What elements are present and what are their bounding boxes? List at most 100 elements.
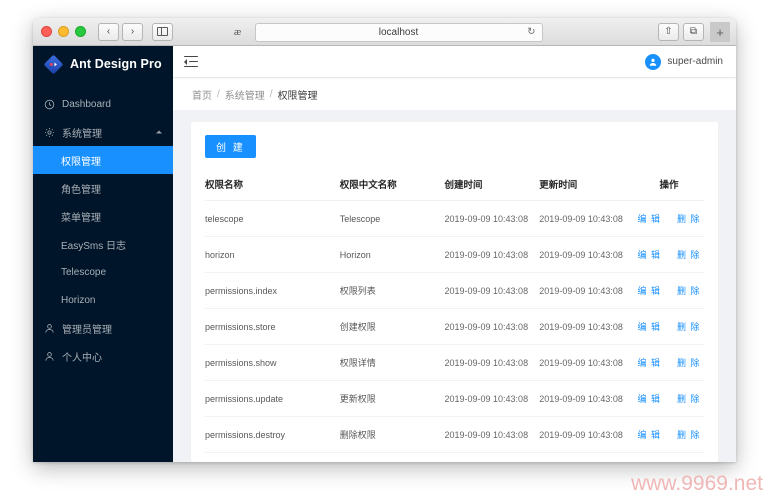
- edit-link[interactable]: 编 辑: [638, 250, 662, 260]
- breadcrumb-separator: /: [269, 88, 273, 100]
- delete-link[interactable]: 删 除: [677, 250, 701, 260]
- cell-operations: 编 辑删 除: [634, 452, 704, 462]
- delete-link[interactable]: 删 除: [677, 358, 701, 368]
- breadcrumb-item-home[interactable]: 首页: [192, 87, 212, 102]
- dashboard-icon: [44, 99, 55, 110]
- cell-operations: 编 辑删 除: [634, 344, 704, 381]
- close-window-button[interactable]: [41, 26, 52, 37]
- cell-updated-at: 2019-09-09 10:43:08: [539, 344, 635, 381]
- breadcrumb-item-current: 权限管理: [277, 90, 318, 102]
- column-header-operations: 操作: [634, 169, 704, 201]
- reader-view-icon[interactable]: æ: [227, 23, 249, 41]
- edit-link[interactable]: 编 辑: [638, 322, 662, 332]
- sidebar-item-permission-management[interactable]: 权限管理: [33, 146, 173, 174]
- app-logo-text: Ant Design Pro: [70, 57, 162, 71]
- breadcrumb-separator: /: [217, 88, 220, 100]
- sidebar-item-horizon[interactable]: Horizon: [33, 286, 173, 314]
- cell-updated-at: 2019-09-09 10:43:08: [539, 416, 635, 453]
- cell-created-at: 2019-09-09 10:43:08: [444, 344, 540, 381]
- user-icon: [44, 351, 55, 362]
- cell-permission-name: roles.index: [205, 452, 340, 462]
- window-traffic-lights: [41, 26, 86, 37]
- column-header-name: 权限名称: [205, 169, 340, 201]
- edit-link[interactable]: 编 辑: [638, 358, 662, 368]
- tab-overview-icon[interactable]: ⧉: [683, 23, 704, 41]
- cell-operations: 编 辑删 除: [634, 236, 704, 273]
- table-row: permissions.destroy 删除权限 2019-09-09 10:43:…: [205, 416, 704, 453]
- new-tab-button[interactable]: +: [710, 22, 730, 42]
- delete-link[interactable]: 删 除: [677, 214, 701, 224]
- user-menu[interactable]: super-admin: [645, 53, 723, 70]
- sidebar-icon: [157, 27, 168, 36]
- column-header-updated: 更新时间: [539, 169, 635, 201]
- cell-updated-at: 2019-09-09 10:43:08: [539, 308, 635, 345]
- sidebar-item-label: 个人中心: [62, 352, 102, 364]
- cell-permission-cname: Telescope: [339, 200, 445, 237]
- table-row: horizon Horizon 2019-09-09 10:43:08 2019-09…: [205, 236, 704, 273]
- cell-permission-cname: 删除权限: [339, 416, 445, 453]
- edit-link[interactable]: 编 辑: [638, 430, 662, 440]
- main-area: super-admin 首页 / 系统管理 / 权限管理 创 建 权限名称 权限…: [173, 46, 736, 462]
- delete-link[interactable]: 删 除: [677, 430, 701, 440]
- username-label: super-admin: [667, 56, 723, 67]
- user-icon: [44, 323, 55, 334]
- sidebar-item-role-management[interactable]: 角色管理: [33, 174, 173, 202]
- cell-permission-cname: 角色列表: [339, 452, 445, 462]
- cell-permission-name: telescope: [205, 200, 340, 237]
- sidebar-item-label: 管理员管理: [62, 324, 112, 336]
- sidebar-item-label: 系统管理: [62, 128, 102, 140]
- cell-updated-at: 2019-09-09 10:43:08: [539, 200, 635, 237]
- table-body: telescope Telescope 2019-09-09 10:43:08 201…: [205, 200, 704, 462]
- app-page: Ant Design Pro Dashboard 系统管理 权限管理 角色管理 …: [33, 46, 736, 462]
- forward-button[interactable]: ›: [122, 22, 143, 41]
- cell-created-at: 2019-09-09 10:43:08: [444, 380, 540, 417]
- sidebar-item-admin-management[interactable]: 管理员管理: [33, 314, 173, 342]
- back-button[interactable]: ‹: [98, 22, 119, 41]
- address-bar[interactable]: localhost ↻: [254, 22, 543, 42]
- sidebar-item-system-management[interactable]: 系统管理: [33, 118, 173, 146]
- cell-permission-name: permissions.show: [205, 344, 340, 381]
- sidebar-toggle-button[interactable]: [152, 22, 173, 41]
- table-row: telescope Telescope 2019-09-09 10:43:08 201…: [205, 200, 704, 237]
- browser-right-buttons: ⇧ ⧉ +: [658, 22, 730, 42]
- sidebar-item-label: Horizon: [61, 294, 96, 306]
- sidebar-item-dashboard[interactable]: Dashboard: [33, 90, 173, 118]
- delete-link[interactable]: 删 除: [677, 322, 701, 332]
- edit-link[interactable]: 编 辑: [638, 394, 662, 404]
- table-row: permissions.show 权限详情 2019-09-09 10:43:08 2…: [205, 344, 704, 381]
- cell-permission-cname: 更新权限: [339, 380, 445, 417]
- cell-created-at: 2019-09-09 10:43:08: [444, 200, 540, 237]
- table-row: permissions.store 创建权限 2019-09-09 10:43:08…: [205, 308, 704, 345]
- table-row: permissions.index 权限列表 2019-09-09 10:43:08…: [205, 272, 704, 309]
- cell-permission-name: permissions.destroy: [205, 416, 340, 453]
- menu-fold-icon[interactable]: [184, 55, 198, 68]
- cell-created-at: 2019-09-09 10:43:08: [444, 236, 540, 273]
- cell-created-at: 2019-09-09 10:43:08: [444, 452, 540, 462]
- breadcrumb-item-system[interactable]: 系统管理: [225, 87, 265, 102]
- cell-permission-name: horizon: [205, 236, 340, 273]
- sidebar-item-telescope[interactable]: Telescope: [33, 258, 173, 286]
- reload-icon[interactable]: ↻: [527, 27, 535, 38]
- minimize-window-button[interactable]: [58, 26, 69, 37]
- delete-link[interactable]: 删 除: [677, 286, 701, 296]
- cell-operations: 编 辑删 除: [634, 272, 704, 309]
- cell-permission-name: permissions.update: [205, 380, 340, 417]
- sidebar-item-label: 角色管理: [61, 184, 101, 196]
- sidebar-item-easysms-log[interactable]: EasySms 日志: [33, 230, 173, 258]
- sidebar-item-personal-center[interactable]: 个人中心: [33, 342, 173, 370]
- sidebar-item-menu-management[interactable]: 菜单管理: [33, 202, 173, 230]
- delete-link[interactable]: 删 除: [677, 394, 701, 404]
- edit-link[interactable]: 编 辑: [638, 286, 662, 296]
- table-header-row: 权限名称 权限中文名称 创建时间 更新时间 操作: [205, 169, 704, 201]
- create-button[interactable]: 创 建: [205, 135, 256, 158]
- chevron-up-icon: [156, 130, 162, 134]
- cell-permission-name: permissions.store: [205, 308, 340, 345]
- cell-operations: 编 辑删 除: [634, 308, 704, 345]
- cell-operations: 编 辑删 除: [634, 416, 704, 453]
- share-icon[interactable]: ⇧: [658, 23, 679, 41]
- content-wrapper: 创 建 权限名称 权限中文名称 创建时间 更新时间 操作 telescope Te: [173, 110, 736, 462]
- cell-created-at: 2019-09-09 10:43:08: [444, 416, 540, 453]
- maximize-window-button[interactable]: [75, 26, 86, 37]
- app-logo[interactable]: Ant Design Pro: [33, 46, 173, 82]
- edit-link[interactable]: 编 辑: [638, 214, 662, 224]
